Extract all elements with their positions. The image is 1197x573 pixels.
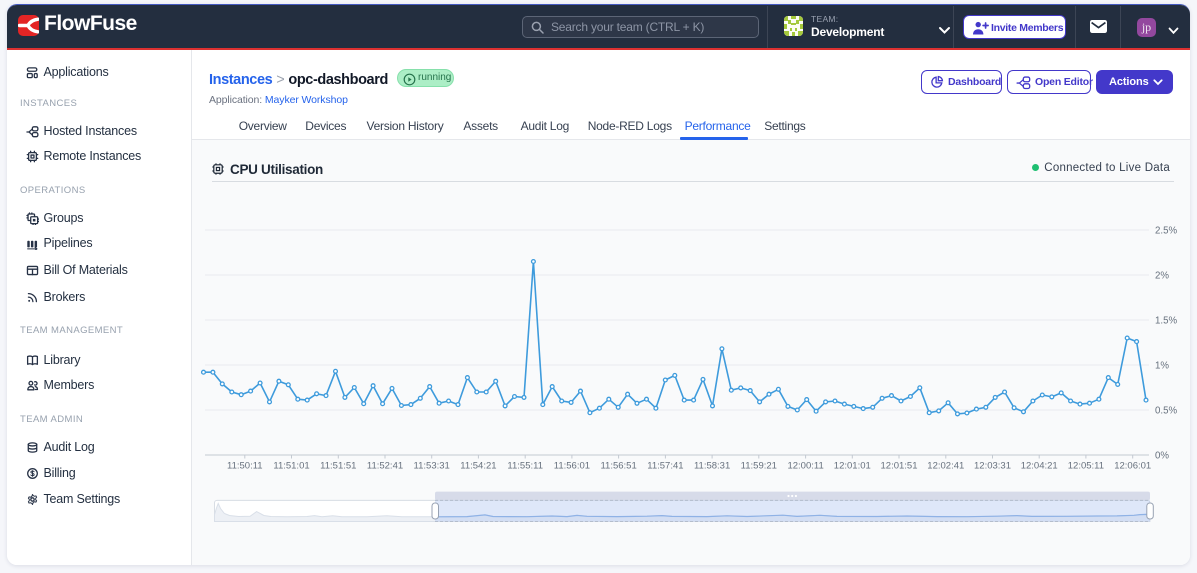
svg-text:2%: 2% [1155,271,1169,282]
svg-text:12:01:01: 12:01:01 [834,461,871,472]
svg-text:11:52:41: 11:52:41 [367,461,403,472]
svg-text:12:04:21: 12:04:21 [1021,461,1058,472]
svg-text:11:59:21: 11:59:21 [741,461,777,472]
svg-text:11:50:11: 11:50:11 [227,461,263,472]
svg-text:11:57:41: 11:57:41 [647,461,683,472]
svg-text:11:56:51: 11:56:51 [600,461,636,472]
svg-text:0%: 0% [1155,451,1169,462]
svg-text:11:54:21: 11:54:21 [460,461,496,472]
svg-text:1%: 1% [1155,361,1169,372]
svg-text:11:56:01: 11:56:01 [554,461,590,472]
svg-text:12:03:31: 12:03:31 [974,461,1011,472]
svg-text:12:02:41: 12:02:41 [927,461,964,472]
svg-text:12:00:11: 12:00:11 [787,461,823,472]
svg-text:11:51:51: 11:51:51 [320,461,356,472]
svg-text:11:58:31: 11:58:31 [694,461,730,472]
svg-text:12:01:51: 12:01:51 [881,461,918,472]
svg-text:11:51:01: 11:51:01 [273,461,309,472]
svg-text:1.5%: 1.5% [1155,316,1177,327]
svg-text:11:55:11: 11:55:11 [507,461,543,472]
svg-text:11:53:31: 11:53:31 [414,461,450,472]
svg-text:2.5%: 2.5% [1155,226,1177,237]
svg-text:0.5%: 0.5% [1155,406,1177,417]
svg-text:12:06:01: 12:06:01 [1114,461,1151,472]
svg-text:12:05:11: 12:05:11 [1068,461,1104,472]
